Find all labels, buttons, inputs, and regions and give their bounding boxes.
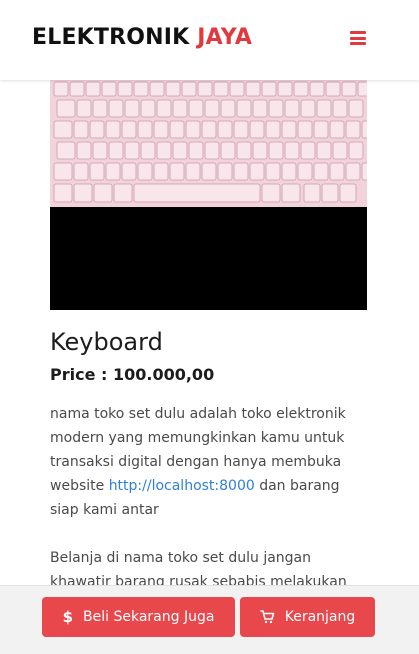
product-detail: Keyboard Price : 100.000,00 nama toko se… bbox=[0, 80, 419, 653]
action-bar: $ Beli Sekarang Juga Keranjang bbox=[0, 585, 419, 654]
keyboard-image bbox=[50, 80, 367, 310]
header: ELEKTRONIK JAYA bbox=[0, 0, 419, 80]
product-price: Price : 100.000,00 bbox=[50, 365, 215, 384]
add-to-cart-button[interactable]: Keranjang bbox=[240, 597, 375, 637]
brand-logo[interactable]: ELEKTRONIK JAYA bbox=[32, 25, 252, 50]
description-paragraph-1: nama toko set dulu adalah toko elektroni… bbox=[50, 402, 350, 522]
product-title: Keyboard bbox=[50, 328, 163, 356]
buy-now-label: Beli Sekarang Juga bbox=[83, 609, 215, 625]
website-link[interactable]: http://localhost:8000 bbox=[109, 478, 255, 494]
buy-now-button[interactable]: $ Beli Sekarang Juga bbox=[42, 597, 235, 637]
brand-accent: JAYA bbox=[197, 25, 253, 50]
shopping-cart-icon bbox=[259, 610, 275, 624]
keyboard-illustration bbox=[50, 80, 367, 310]
dollar-icon: $ bbox=[62, 608, 74, 626]
brand-main: ELEKTRONIK bbox=[32, 25, 190, 50]
cart-label: Keranjang bbox=[284, 609, 356, 625]
hamburger-menu-icon[interactable] bbox=[350, 31, 366, 45]
